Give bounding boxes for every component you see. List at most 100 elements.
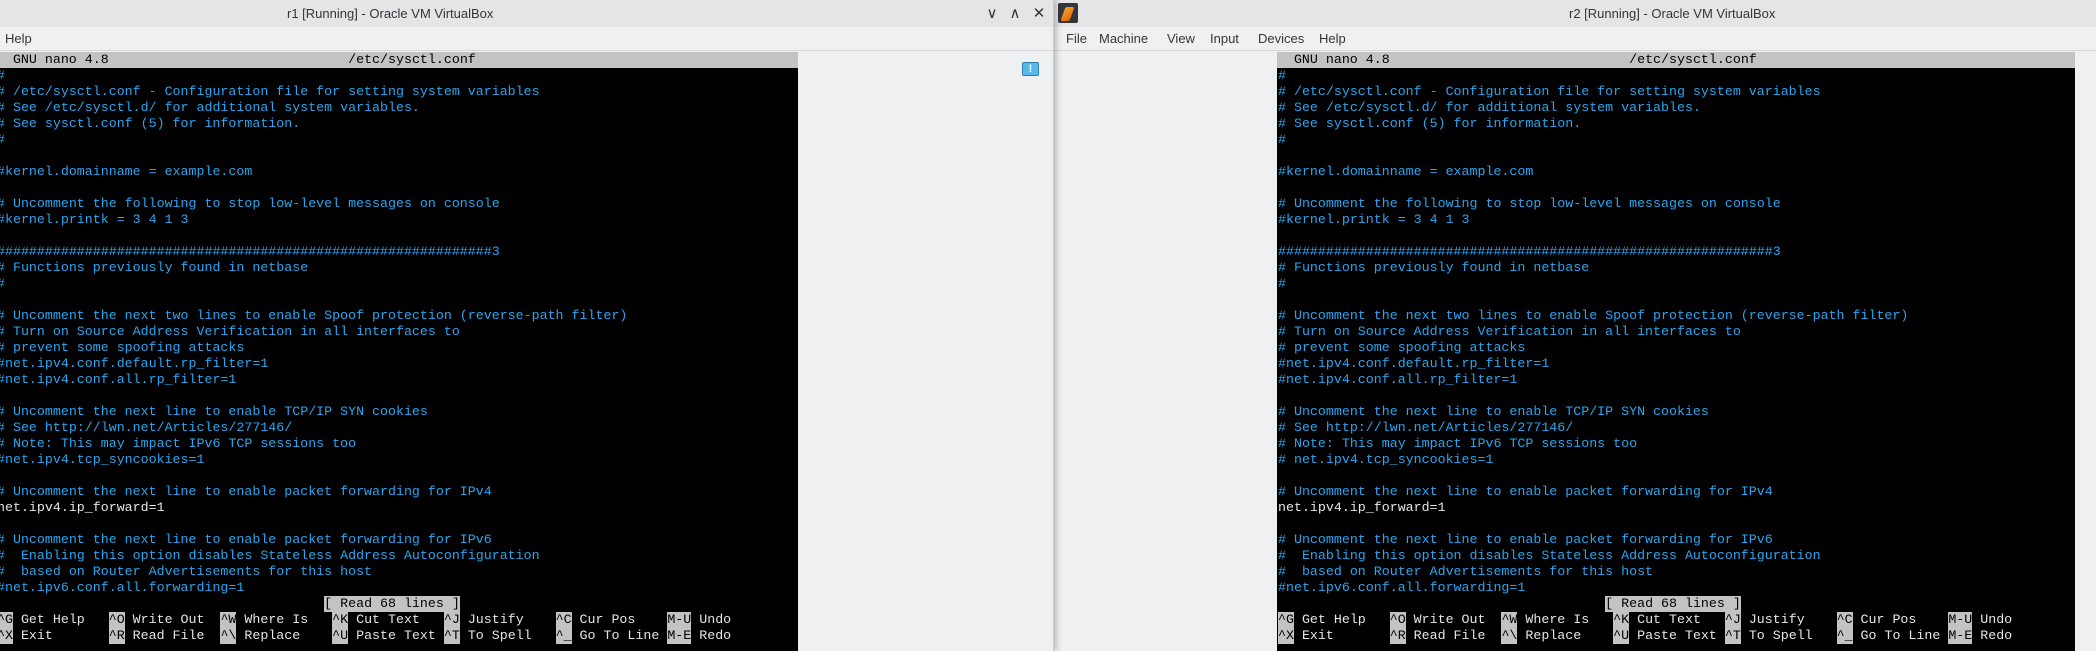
- shortcut-key[interactable]: ^J: [443, 612, 460, 628]
- menu-bar: File Machine View Input Devices Help: [1054, 27, 2096, 51]
- file-line: # See http://lwn.net/Articles/277146/: [0, 420, 293, 435]
- menu-input[interactable]: Input: [1210, 31, 1239, 46]
- shortcut-key[interactable]: ^T: [443, 628, 460, 644]
- menu-view[interactable]: View: [1167, 31, 1195, 46]
- file-line: # Enabling this option disables Stateles…: [1278, 548, 1821, 563]
- file-line: # See http://lwn.net/Articles/277146/: [1278, 420, 1574, 435]
- file-line: # Uncomment the next line to enable pack…: [1278, 532, 1773, 547]
- shortcut-label: Justify: [1748, 612, 1805, 627]
- file-name: /etc/sysctl.conf: [348, 52, 476, 67]
- file-line: # Note: This may impact IPv6 TCP session…: [0, 436, 357, 451]
- close-button[interactable]: ✕: [1030, 4, 1048, 22]
- maximize-button[interactable]: ∧: [1006, 4, 1024, 22]
- shortcut-key[interactable]: ^O: [108, 612, 125, 628]
- shortcut-key[interactable]: ^U: [1613, 628, 1630, 644]
- shortcut-label: Get Help: [20, 612, 85, 627]
- shortcut-key[interactable]: ^_: [555, 628, 572, 644]
- shortcut-key[interactable]: ^_: [1836, 628, 1853, 644]
- file-line: net.ipv4.ip_forward=1: [0, 500, 165, 515]
- shortcut-key[interactable]: ^W: [220, 612, 237, 628]
- shortcut-label: Redo: [699, 628, 732, 643]
- file-line: # See sysctl.conf (5) for information.: [0, 116, 301, 131]
- vm-window-r1: r1 [Running] - Oracle VM VirtualBox ∨ ∧ …: [0, 0, 1054, 651]
- shortcut-key[interactable]: M-E: [667, 628, 692, 644]
- file-line: # Uncomment the following to stop low-le…: [1278, 196, 1781, 211]
- file-line: # Turn on Source Address Verification in…: [1278, 324, 1741, 339]
- menu-help[interactable]: Help: [5, 31, 32, 46]
- virtualbox-app-icon[interactable]: [1058, 3, 1078, 23]
- file-name: /etc/sysctl.conf: [1629, 52, 1757, 67]
- shortcut-key[interactable]: M-E: [1948, 628, 1973, 644]
- shortcut-key[interactable]: ^X: [1278, 628, 1294, 644]
- file-line: # See /etc/sysctl.d/ for additional syst…: [0, 100, 420, 115]
- shortcut-label: Go To Line: [1860, 628, 1941, 643]
- shortcut-label: Cut Text: [356, 612, 420, 627]
- shortcut-key[interactable]: ^R: [108, 628, 125, 644]
- file-line: # prevent some spoofing attacks: [1278, 340, 1526, 355]
- file-line: #: [1278, 132, 1286, 147]
- title-bar[interactable]: r1 [Running] - Oracle VM VirtualBox ∨ ∧ …: [0, 0, 1053, 27]
- shortcut-label: To Spell: [1748, 628, 1813, 643]
- file-line: #: [1278, 68, 1286, 83]
- shortcut-key[interactable]: ^O: [1389, 612, 1406, 628]
- file-line: # Uncomment the next line to enable pack…: [0, 484, 492, 499]
- file-line: #net.ipv6.conf.all.forwarding=1: [0, 580, 245, 595]
- shortcut-key[interactable]: ^U: [332, 628, 349, 644]
- file-line: # Uncomment the next line to enable TCP/…: [1278, 404, 1709, 419]
- menu-bar: Help: [0, 27, 1053, 51]
- title-bar[interactable]: r2 [Running] - Oracle VM VirtualBox: [1054, 0, 2096, 27]
- menu-help[interactable]: Help: [1319, 31, 1346, 46]
- shortcut-key[interactable]: ^K: [332, 612, 349, 628]
- shortcut-key[interactable]: ^J: [1724, 612, 1741, 628]
- shortcut-key[interactable]: ^T: [1724, 628, 1741, 644]
- shortcut-key[interactable]: ^K: [1613, 612, 1630, 628]
- file-line: # Uncomment the following to stop low-le…: [0, 196, 500, 211]
- nano-terminal[interactable]: GNU nano 4.8/etc/sysctl.conf## /etc/sysc…: [0, 52, 798, 651]
- file-line: # prevent some spoofing attacks: [0, 340, 245, 355]
- shortcut-key[interactable]: ^X: [0, 628, 13, 644]
- nano-terminal[interactable]: GNU nano 4.8/etc/sysctl.conf## /etc/sysc…: [1277, 52, 2075, 651]
- shortcut-label: Undo: [1980, 612, 2013, 627]
- shortcut-label: Cut Text: [1637, 612, 1701, 627]
- shortcut-key[interactable]: M-U: [1948, 612, 1973, 628]
- status-message: [ Read 68 lines ]: [1605, 596, 1741, 612]
- file-line: #net.ipv6.conf.all.forwarding=1: [1278, 580, 1526, 595]
- shortcut-label: Paste Text: [356, 628, 436, 643]
- file-line: # /etc/sysctl.conf - Configuration file …: [1278, 84, 1821, 99]
- shortcut-key[interactable]: ^C: [1836, 612, 1853, 628]
- file-line: # Enabling this option disables Stateles…: [0, 548, 540, 563]
- nano-header-bar: GNU nano 4.8/etc/sysctl.conf: [1277, 52, 2075, 68]
- menu-machine[interactable]: Machine: [1099, 31, 1148, 46]
- shortcut-label: Cur Pos: [579, 612, 636, 627]
- file-line: # Turn on Source Address Verification in…: [0, 324, 460, 339]
- file-line: #net.ipv4.conf.default.rp_filter=1: [0, 356, 269, 371]
- shortcut-label: To Spell: [467, 628, 532, 643]
- menu-devices[interactable]: Devices: [1258, 31, 1304, 46]
- minimize-button[interactable]: ∨: [983, 4, 1001, 22]
- shortcut-key[interactable]: ^G: [1278, 612, 1294, 628]
- shortcut-key[interactable]: ^R: [1389, 628, 1406, 644]
- shortcut-key[interactable]: ^W: [1501, 612, 1518, 628]
- file-line: # Uncomment the next two lines to enable…: [1278, 308, 1909, 323]
- file-line: ########################################…: [0, 244, 500, 259]
- shortcut-label: Undo: [699, 612, 732, 627]
- file-line: #kernel.domainname = example.com: [0, 164, 253, 179]
- file-line: # based on Router Advertisements for thi…: [1278, 564, 1654, 579]
- shortcut-label: Cur Pos: [1860, 612, 1917, 627]
- file-line: ########################################…: [1278, 244, 1781, 259]
- shortcut-key[interactable]: ^\: [220, 628, 237, 644]
- file-line: #net.ipv4.conf.all.rp_filter=1: [1278, 372, 1518, 387]
- notification-icon[interactable]: !: [1022, 62, 1039, 76]
- nano-header-bar: GNU nano 4.8/etc/sysctl.conf: [0, 52, 798, 68]
- shortcut-key[interactable]: M-U: [667, 612, 692, 628]
- file-line: #kernel.printk = 3 4 1 3: [1278, 212, 1470, 227]
- shortcut-label: Where Is: [244, 612, 309, 627]
- file-line: #kernel.printk = 3 4 1 3: [0, 212, 189, 227]
- menu-file[interactable]: File: [1066, 31, 1087, 46]
- shortcut-key[interactable]: ^C: [555, 612, 572, 628]
- shortcut-key[interactable]: ^\: [1501, 628, 1518, 644]
- shortcut-key[interactable]: ^G: [0, 612, 13, 628]
- file-line: #: [0, 68, 5, 84]
- shortcut-label: Read File: [132, 628, 205, 643]
- file-line: # based on Router Advertisements for thi…: [0, 564, 373, 579]
